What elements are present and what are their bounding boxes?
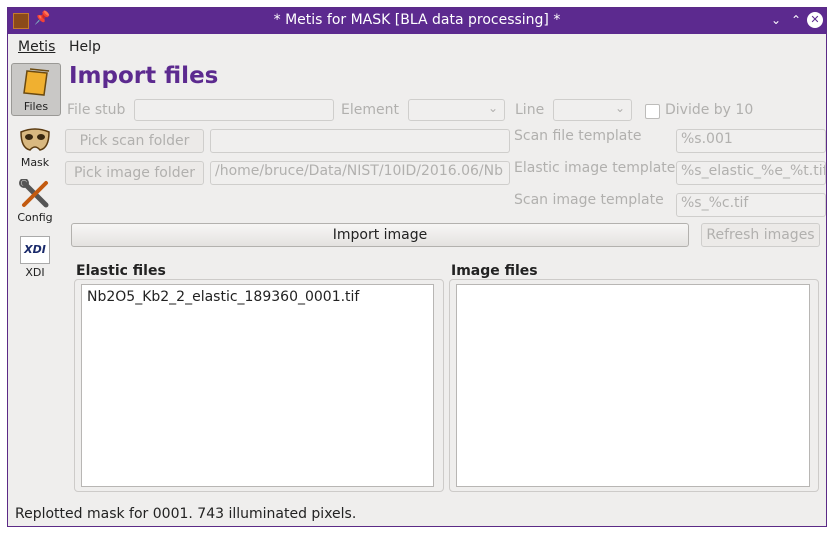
mask-icon: [18, 124, 52, 154]
element-label: Element: [341, 102, 399, 118]
menu-help[interactable]: Help: [69, 39, 101, 55]
pick-image-folder-button[interactable]: Pick image folder: [65, 161, 204, 185]
sidebar-item-mask[interactable]: Mask: [11, 120, 59, 170]
image-folder-input[interactable]: /home/bruce/Data/NIST/10ID/2016.06/Nb: [210, 161, 510, 185]
file-stub-input[interactable]: [134, 99, 334, 121]
scan-file-template-input[interactable]: %s.001: [676, 129, 826, 153]
config-icon: [18, 178, 52, 209]
pick-scan-folder-button[interactable]: Pick scan folder: [65, 129, 204, 153]
menu-help-label: Help: [69, 39, 101, 55]
scan-folder-input[interactable]: [210, 129, 510, 153]
xdi-icon: XDI: [20, 236, 50, 264]
sidebar-item-label: Files: [23, 100, 49, 113]
scan-file-template-label: Scan file template: [514, 128, 642, 144]
sidebar-item-files[interactable]: Files: [11, 63, 61, 116]
xdi-logo-text: XDI: [24, 243, 46, 256]
divide-by-10-checkbox[interactable]: [645, 104, 660, 119]
list-item[interactable]: Nb2O5_Kb2_2_elastic_189360_0001.tif: [82, 285, 433, 309]
elastic-files-label: Elastic files: [76, 263, 166, 279]
close-button[interactable]: ✕: [807, 12, 823, 28]
window-title: * Metis for MASK [BLA data processing] *: [273, 12, 561, 28]
sidebar-item-label: XDI: [25, 266, 45, 279]
sidebar-item-xdi[interactable]: XDI XDI: [11, 232, 59, 284]
line-label: Line: [515, 102, 545, 118]
sidebar-item-label: Config: [17, 211, 53, 224]
chevron-down-icon: ⌄: [487, 101, 498, 115]
files-icon: [19, 68, 53, 98]
image-files-list[interactable]: [456, 284, 810, 487]
sidebar-item-label: Mask: [20, 156, 50, 169]
scan-image-template-input[interactable]: %s_%c.tif: [676, 193, 826, 217]
sidebar-item-config[interactable]: Config: [11, 175, 59, 225]
file-stub-label: File stub: [67, 102, 126, 118]
refresh-images-button[interactable]: Refresh images: [701, 223, 820, 247]
minimize-button[interactable]: ⌄: [768, 12, 784, 28]
scan-image-template-label: Scan image template: [514, 192, 664, 208]
chevron-down-icon: ⌄: [614, 101, 625, 115]
elastic-image-template-label: Elastic image template: [514, 160, 676, 176]
menu-metis-label: Metis: [18, 39, 56, 55]
import-image-button[interactable]: Import image: [71, 223, 689, 247]
image-files-label: Image files: [451, 263, 538, 279]
menu-bar: Metis Help: [8, 35, 826, 59]
line-select[interactable]: ⌄: [553, 99, 632, 121]
maximize-button[interactable]: ⌃: [788, 12, 804, 28]
elastic-image-template-input[interactable]: %s_elastic_%e_%t.tif: [676, 161, 826, 185]
title-bar: 📌 * Metis for MASK [BLA data processing]…: [8, 8, 826, 34]
menu-metis[interactable]: Metis: [18, 39, 55, 55]
divide-by-10-label: Divide by 10: [665, 102, 754, 118]
page-title: Import files: [69, 63, 219, 89]
status-bar: Replotted mask for 0001. 743 illuminated…: [15, 506, 357, 522]
elastic-files-list[interactable]: Nb2O5_Kb2_2_elastic_189360_0001.tif: [81, 284, 434, 487]
app-window: 📌 * Metis for MASK [BLA data processing]…: [7, 7, 827, 527]
element-select[interactable]: ⌄: [408, 99, 505, 121]
